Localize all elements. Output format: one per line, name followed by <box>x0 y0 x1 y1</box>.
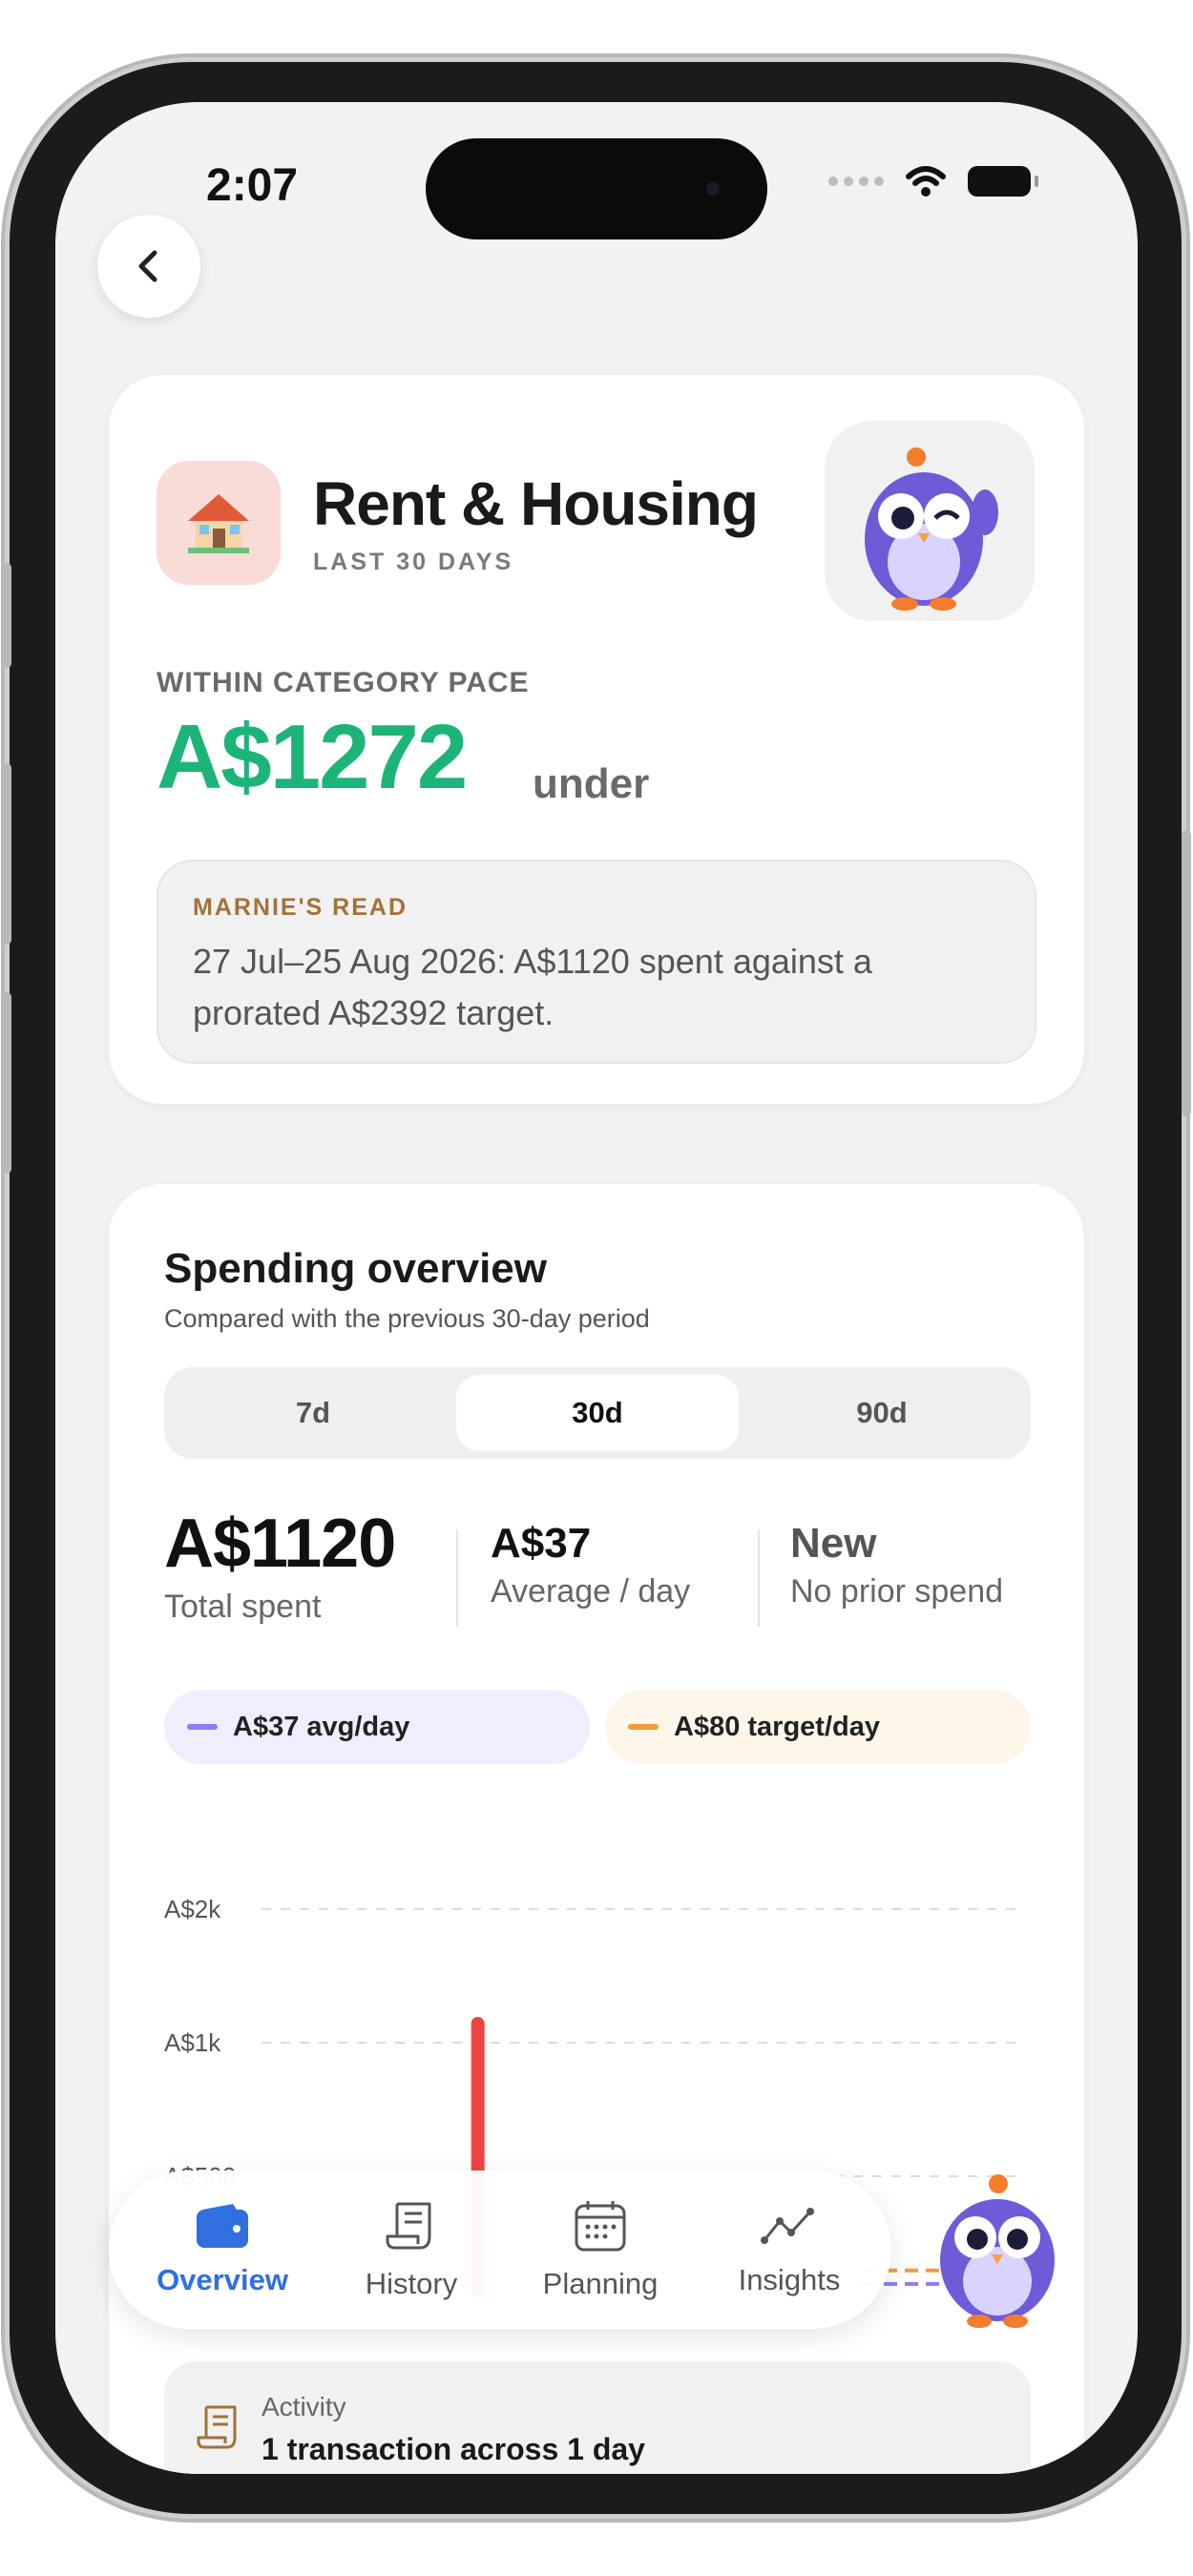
tab-history-label: History <box>365 2267 458 2300</box>
owl-mascot <box>825 421 1035 621</box>
receipt-icon <box>386 2202 431 2250</box>
category-title: Rent & Housing <box>313 469 759 538</box>
owl-assistant-icon[interactable] <box>926 2169 1069 2331</box>
tab-planning[interactable]: Planning <box>506 2171 695 2329</box>
pace-amount: A$1272 <box>157 706 468 808</box>
status-icons <box>828 165 1038 197</box>
tab-history[interactable]: History <box>317 2171 506 2329</box>
read-text: 27 Jul–25 Aug 2026: A$1120 spent against… <box>193 942 872 1032</box>
signal-icon <box>828 177 884 186</box>
pace-suffix: under <box>533 760 650 807</box>
battery-icon <box>968 166 1038 197</box>
dynamic-island <box>426 138 767 239</box>
tab-insights-label: Insights <box>738 2263 841 2296</box>
volume-up-button <box>2 763 11 945</box>
tab-overview-label: Overview <box>157 2263 288 2296</box>
volume-down-button <box>2 992 11 1174</box>
y-tick-label: A$1k <box>164 2028 221 2057</box>
receipt-icon <box>197 2405 237 2449</box>
tab-bar: Overview History Planning Insights <box>109 2171 891 2329</box>
pace-label: WITHIN CATEGORY PACE <box>157 667 530 698</box>
calendar-icon <box>575 2201 626 2252</box>
category-card: Rent & Housing LAST 30 DAYS WITHIN CATEG… <box>109 375 1084 1104</box>
activity-row[interactable]: Activity 1 transaction across 1 day <box>164 2361 1031 2474</box>
category-period: LAST 30 DAYS <box>313 549 514 575</box>
wallet-icon <box>197 2204 248 2248</box>
activity-value: 1 transaction across 1 day <box>262 2432 645 2466</box>
back-button[interactable] <box>97 215 200 318</box>
chevron-left-icon <box>138 250 157 282</box>
status-time: 2:07 <box>206 160 299 211</box>
activity-label: Activity <box>262 2392 346 2421</box>
house-icon <box>157 461 281 585</box>
trend-line-icon <box>761 2208 814 2244</box>
marnie-read-box: MARNIE'S READ 27 Jul–25 Aug 2026: A$1120… <box>157 860 1036 1064</box>
y-tick-label: A$2k <box>164 1895 221 1923</box>
read-title: MARNIE'S READ <box>193 894 408 921</box>
camera-dot <box>706 182 720 196</box>
app-screen: 2:07 Rent & Housing LAST 30 DAYS WITHIN … <box>55 102 1138 2474</box>
wifi-icon <box>906 166 946 197</box>
power-button <box>1182 830 1191 1116</box>
tab-insights[interactable]: Insights <box>695 2171 884 2329</box>
tab-planning-label: Planning <box>542 2267 659 2300</box>
mute-switch <box>2 563 11 668</box>
tab-overview[interactable]: Overview <box>128 2171 317 2329</box>
